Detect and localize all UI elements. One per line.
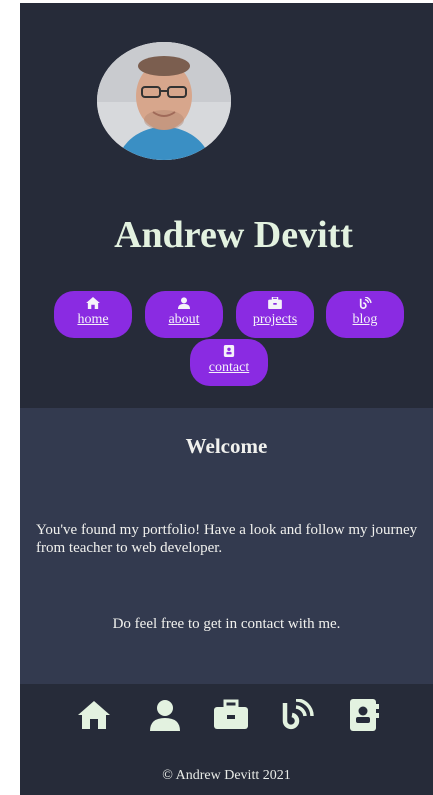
nav-contact-label: contact — [208, 360, 250, 375]
blog-rss-icon — [359, 297, 372, 309]
header: Andrew Devitt home about projects blog c… — [20, 3, 433, 408]
nav-home-label: home — [77, 312, 109, 327]
contact-invite-paragraph: Do feel free to get in contact with me. — [112, 616, 341, 632]
briefcase-icon — [268, 297, 282, 309]
welcome-paragraph: You've found my portfolio! Have a look a… — [36, 522, 418, 556]
nav-home-button[interactable]: home — [54, 291, 132, 338]
copyright-text: © Andrew Devitt 2021 — [162, 768, 291, 783]
nav-projects-label: projects — [252, 312, 298, 327]
page-frame: Andrew Devitt home about projects blog c… — [20, 3, 433, 795]
nav-blog-label: blog — [352, 312, 378, 327]
home-icon[interactable] — [76, 699, 112, 731]
nav-contact-button[interactable]: contact — [190, 339, 268, 386]
user-icon — [178, 297, 190, 309]
contact-card-icon[interactable] — [346, 699, 382, 731]
avatar-photo — [97, 42, 231, 160]
welcome-title: Welcome — [185, 434, 268, 458]
home-icon — [86, 297, 100, 309]
blog-rss-icon[interactable] — [280, 699, 316, 731]
footer: © Andrew Devitt 2021 — [20, 684, 433, 795]
nav-projects-button[interactable]: projects — [236, 291, 314, 338]
nav-about-label: about — [168, 312, 200, 327]
welcome-section: Welcome You've found my portfolio! Have … — [20, 408, 433, 684]
contact-card-icon — [223, 345, 235, 357]
avatar — [97, 42, 231, 160]
briefcase-icon[interactable] — [213, 699, 249, 731]
nav-blog-button[interactable]: blog — [326, 291, 404, 338]
page-title: Andrew Devitt — [114, 214, 353, 256]
nav-about-button[interactable]: about — [145, 291, 223, 338]
user-icon[interactable] — [147, 699, 183, 731]
